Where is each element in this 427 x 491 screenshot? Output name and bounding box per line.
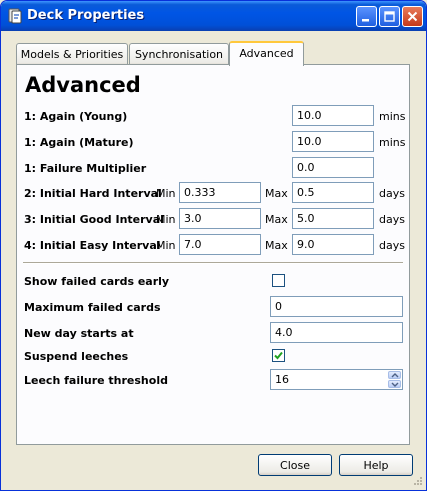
title-bar[interactable]: Deck Properties [1, 1, 426, 31]
page-title: Advanced [25, 73, 141, 97]
show-failed-early-label: Show failed cards early [24, 275, 170, 288]
again-mature-label: 1: Again (Mature) [24, 136, 134, 149]
suspend-leeches-checkbox[interactable] [272, 349, 285, 362]
tab-models-priorities[interactable]: Models & Priorities [16, 43, 128, 65]
hard-interval-min-label: Min [156, 187, 176, 200]
close-button[interactable]: Close [258, 454, 332, 476]
help-button[interactable]: Help [339, 454, 413, 476]
hard-interval-label: 2: Initial Hard Interval [24, 187, 162, 200]
leech-threshold-spinner [388, 371, 401, 388]
spin-up-button[interactable] [388, 371, 401, 379]
show-failed-early-checkbox[interactable] [272, 274, 285, 287]
minimize-button[interactable] [356, 6, 377, 27]
checkmark-icon [274, 351, 283, 360]
tab-synchronisation[interactable]: Synchronisation [129, 43, 229, 65]
deck-properties-window: Deck Properties Models & Priorities Sync… [0, 0, 427, 491]
spin-up-icon [391, 373, 399, 378]
max-failed-label: Maximum failed cards [24, 301, 161, 314]
leech-threshold-label: Leech failure threshold [24, 374, 168, 387]
easy-interval-min-input[interactable]: 7.0 [179, 234, 261, 255]
easy-interval-max-label: Max [265, 239, 288, 252]
deck-app-icon [7, 8, 23, 24]
again-young-input[interactable]: 10.0 [292, 105, 374, 126]
again-mature-unit: mins [379, 136, 406, 149]
good-interval-min-input[interactable]: 3.0 [179, 208, 261, 229]
spin-down-button[interactable] [388, 380, 401, 388]
again-young-label: 1: Again (Young) [24, 110, 128, 123]
maximize-button[interactable] [379, 6, 400, 27]
advanced-panel: Advanced 1: Again (Young) 10.0 mins 1: A… [16, 64, 410, 445]
leech-threshold-value: 16 [275, 373, 289, 386]
minimize-icon [362, 19, 369, 22]
hard-interval-max-input[interactable]: 0.5 [292, 182, 374, 203]
leech-threshold-spinbox[interactable]: 16 [270, 369, 403, 390]
max-failed-input[interactable]: 0 [270, 296, 403, 317]
close-icon [407, 11, 418, 22]
good-interval-unit: days [379, 213, 405, 226]
resize-grip-icon[interactable] [411, 476, 423, 488]
hard-interval-unit: days [379, 187, 405, 200]
tab-advanced[interactable]: Advanced [229, 41, 304, 66]
good-interval-max-label: Max [265, 213, 288, 226]
again-mature-input[interactable]: 10.0 [292, 131, 374, 152]
good-interval-label: 3: Initial Good Interval [24, 213, 164, 226]
easy-interval-max-input[interactable]: 9.0 [292, 234, 374, 255]
suspend-leeches-label: Suspend leeches [24, 350, 129, 363]
easy-interval-label: 4: Initial Easy Interval [24, 239, 161, 252]
again-young-unit: mins [379, 110, 406, 123]
easy-interval-min-label: Min [156, 239, 176, 252]
maximize-icon [384, 11, 395, 22]
new-day-label: New day starts at [24, 327, 134, 340]
failure-multiplier-label: 1: Failure Multiplier [24, 162, 147, 175]
easy-interval-unit: days [379, 239, 405, 252]
good-interval-max-input[interactable]: 5.0 [292, 208, 374, 229]
hard-interval-max-label: Max [265, 187, 288, 200]
close-window-button[interactable] [402, 6, 423, 27]
hard-interval-min-input[interactable]: 0.333 [179, 182, 261, 203]
failure-multiplier-input[interactable]: 0.0 [292, 157, 374, 178]
section-divider [23, 262, 403, 264]
new-day-input[interactable]: 4.0 [270, 322, 403, 343]
spin-down-icon [391, 382, 399, 387]
window-title: Deck Properties [27, 8, 145, 23]
good-interval-min-label: Min [156, 213, 176, 226]
